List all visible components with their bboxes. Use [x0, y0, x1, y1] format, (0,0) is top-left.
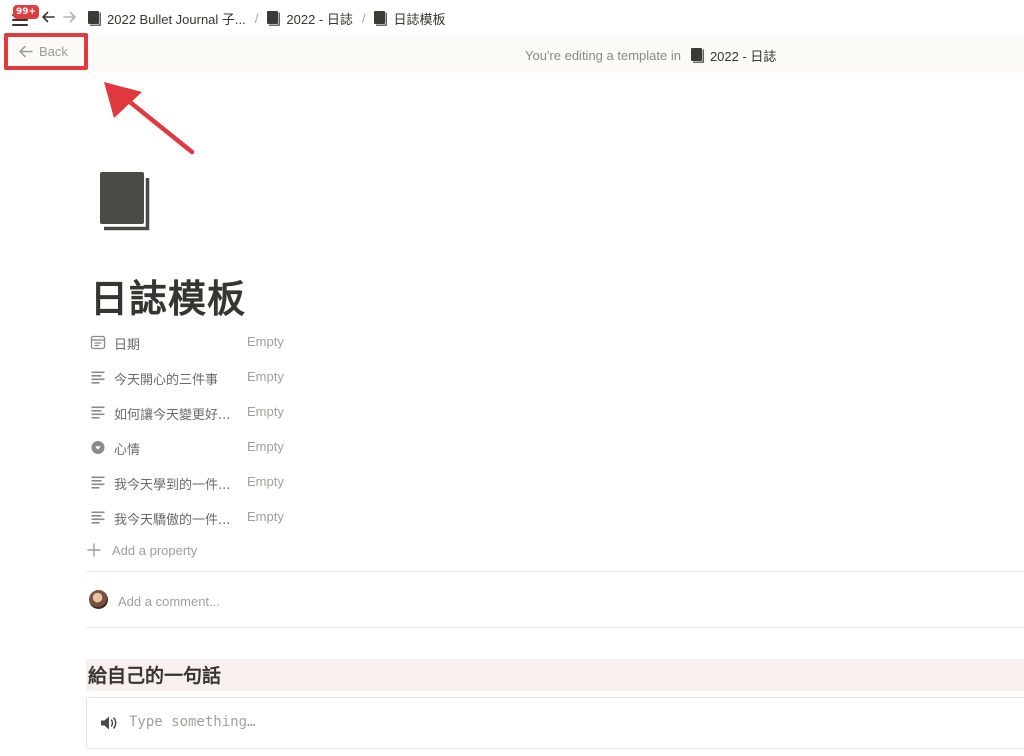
- breadcrumb: 2022 Bullet Journal 子... / 2022 - 日誌 / 日…: [88, 9, 446, 28]
- property-value[interactable]: Empty: [247, 439, 284, 454]
- template-editing-banner: Back You're editing a template in 2022 -…: [0, 33, 1024, 73]
- calendar-icon: [90, 335, 106, 350]
- add-property-button[interactable]: Add a property: [86, 538, 197, 562]
- property-row-date[interactable]: 日期 Empty: [86, 325, 1024, 360]
- property-row-proud-today[interactable]: 我今天驕傲的一件... Empty: [86, 500, 1024, 535]
- text-lines-icon: [91, 371, 105, 384]
- book-icon: [267, 11, 281, 26]
- book-icon: [690, 48, 704, 63]
- back-button[interactable]: Back: [4, 33, 88, 70]
- breadcrumb-item-2022-journal[interactable]: 2022 - 日誌: [267, 9, 353, 28]
- back-arrow-icon[interactable]: [38, 7, 58, 27]
- book-icon: [88, 11, 101, 26]
- comment-row: Add a comment...: [86, 585, 1024, 617]
- property-value[interactable]: Empty: [247, 404, 284, 419]
- divider: [86, 571, 1024, 572]
- comment-input[interactable]: Add a comment...: [118, 594, 220, 609]
- breadcrumb-item-template[interactable]: 日誌模板: [374, 9, 446, 28]
- property-name: 日期: [114, 338, 141, 353]
- banner-target-link[interactable]: 2022 - 日誌: [690, 46, 776, 65]
- select-circle-icon: [91, 441, 105, 454]
- type-something-input[interactable]: Type something…: [129, 714, 255, 730]
- property-row-mood[interactable]: 心情 Empty: [86, 430, 1024, 465]
- page-title[interactable]: 日誌模板: [90, 268, 246, 323]
- plus-icon: [87, 543, 101, 557]
- property-value[interactable]: Empty: [247, 509, 284, 524]
- heading-block[interactable]: 給自己的一句話: [86, 659, 1024, 691]
- arrow-left-icon: [19, 45, 33, 58]
- property-name: 今天開心的三件事: [114, 373, 219, 388]
- text-input-block[interactable]: Type something…: [86, 697, 1024, 749]
- breadcrumb-item-journal[interactable]: 2022 Bullet Journal 子...: [88, 9, 246, 28]
- property-name: 我今天學到的一件...: [114, 478, 231, 493]
- text-lines-icon: [91, 511, 105, 524]
- property-list: 日期 Empty 今天開心的三件事 Empty 如何讓今天變更好... Empt…: [86, 325, 1024, 535]
- notification-badge[interactable]: 99+: [13, 5, 40, 19]
- speaker-icon: [101, 716, 117, 730]
- property-name: 我今天驕傲的一件...: [114, 513, 231, 528]
- banner-message: You're editing a template in 2022 - 日誌: [525, 46, 777, 65]
- back-button-label: Back: [39, 44, 68, 59]
- book-icon[interactable]: [98, 170, 154, 232]
- avatar: [89, 590, 108, 609]
- property-value[interactable]: Empty: [247, 334, 284, 349]
- text-lines-icon: [91, 476, 105, 489]
- property-row-learned-today[interactable]: 我今天學到的一件... Empty: [86, 465, 1024, 500]
- property-row-three-happy-things[interactable]: 今天開心的三件事 Empty: [86, 360, 1024, 395]
- book-icon: [374, 11, 388, 26]
- property-value[interactable]: Empty: [247, 474, 284, 489]
- property-name: 如何讓今天變更好...: [114, 408, 231, 423]
- divider: [86, 627, 1024, 628]
- top-bar: 99+ 2022 Bullet Journal 子... / 2022 - 日誌…: [0, 0, 1024, 34]
- property-value[interactable]: Empty: [247, 369, 284, 384]
- text-lines-icon: [91, 406, 105, 419]
- forward-arrow-icon[interactable]: [60, 7, 80, 27]
- property-row-make-today-better[interactable]: 如何讓今天變更好... Empty: [86, 395, 1024, 430]
- property-name: 心情: [114, 443, 141, 458]
- annotation-arrow-icon: [104, 82, 195, 155]
